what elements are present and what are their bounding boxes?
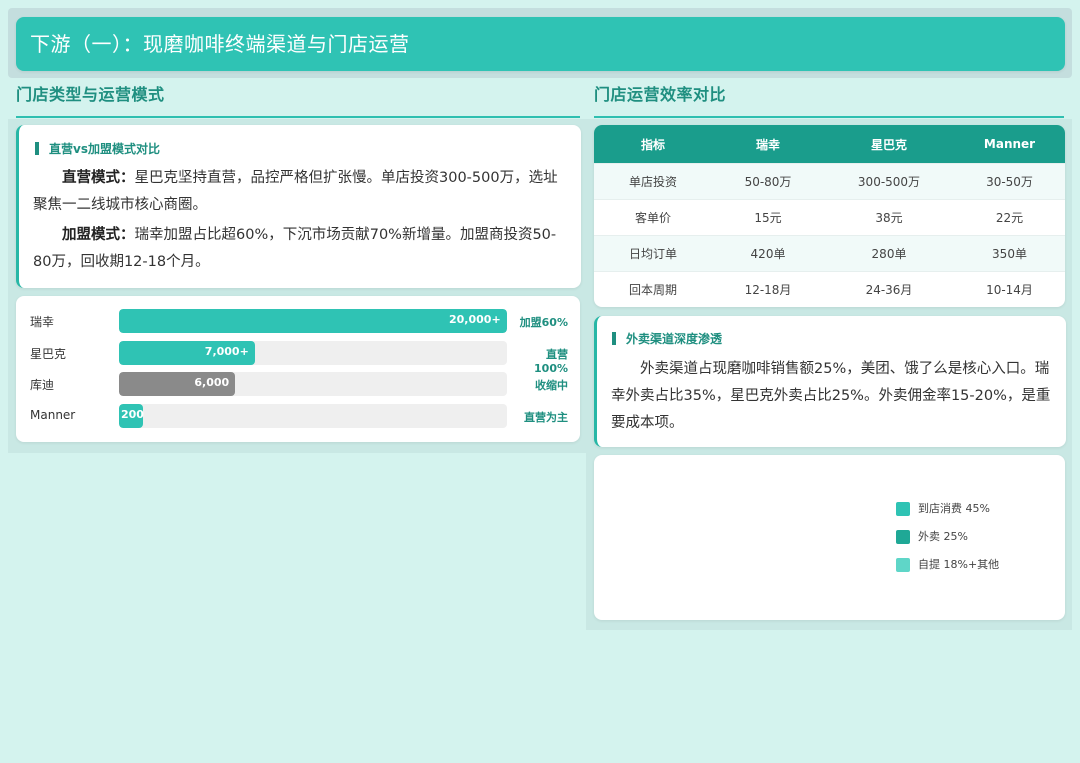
legend-label: 到店消费 45% xyxy=(918,502,990,515)
table-cell: 38元 xyxy=(824,199,954,236)
table-cell: 50-80万 xyxy=(712,163,824,200)
franchise-model-label: 加盟模式： xyxy=(62,227,135,243)
bar-category-label: Manner xyxy=(30,407,76,422)
table-row: 日均订单 420单 280单 350单 xyxy=(594,235,1065,272)
direct-model-paragraph: 直营模式：星巴克坚持直营，品控严格但扩张慢。单店投资300-500万，选址聚焦一… xyxy=(33,165,569,219)
table-row: 客单价 15元 38元 22元 xyxy=(594,199,1065,236)
delivery-channel-text: 外卖渠道占现磨咖啡销售额25%，美团、饿了么是核心入口。瑞幸外卖占比35%，星巴… xyxy=(611,361,1051,431)
legend-swatch xyxy=(896,558,910,572)
bar-value-label: 200 xyxy=(121,407,144,421)
direct-model-label: 直营模式： xyxy=(62,170,135,186)
table-row: 回本周期 12-18月 24-36月 10-14月 xyxy=(594,271,1065,307)
legend-label: 外卖 25% xyxy=(918,530,968,543)
delivery-channel-heading: 外卖渠道深度渗透 xyxy=(612,331,722,347)
bar-tag: 加盟60% xyxy=(519,316,568,329)
bar-tag: 收缩中 xyxy=(535,379,568,392)
table-cell: 420单 xyxy=(712,235,824,272)
bar-row: 瑞幸 20,000+ 加盟60% xyxy=(16,309,576,333)
bar-track: 20,000+ xyxy=(119,309,507,333)
table-header-cell: 指标 xyxy=(594,125,712,164)
table-cell: 回本周期 xyxy=(594,271,712,307)
bar-category-label: 星巴克 xyxy=(30,346,67,361)
legend-label: 自提 18%+其他 xyxy=(918,558,1000,571)
header-banner: 下游（一）：现磨咖啡终端渠道与门店运营 xyxy=(16,17,1065,71)
franchise-model-paragraph: 加盟模式：瑞幸加盟占比超60%，下沉市场贡献70%新增量。加盟商投资50-80万… xyxy=(33,222,569,276)
bar-track: 200 xyxy=(119,403,507,428)
table-cell: 客单价 xyxy=(594,199,712,236)
bar-tag: 直营为主 xyxy=(524,410,568,424)
table-cell: 350单 xyxy=(954,235,1065,272)
legend-swatch xyxy=(896,530,910,544)
table-cell: 280单 xyxy=(824,235,954,272)
table-header-row: 指标 瑞幸 星巴克 Manner xyxy=(594,125,1065,164)
bar-track: 6,000 xyxy=(119,372,507,396)
bar-category-label: 库迪 xyxy=(30,378,55,392)
table-cell: 24-36月 xyxy=(824,271,954,307)
bar-track: 7,000+ xyxy=(119,340,507,365)
efficiency-table: 指标 瑞幸 星巴克 Manner 单店投资 50-80万 300-500万 30… xyxy=(594,125,1065,307)
channel-share-chart xyxy=(594,455,1065,620)
table-cell: 10-14月 xyxy=(954,271,1065,307)
table-cell: 15元 xyxy=(712,199,824,236)
section-title-store-types: 门店类型与运营模式 xyxy=(16,85,165,104)
bar-value-label: 20,000+ xyxy=(449,313,501,326)
table-cell: 30-50万 xyxy=(954,163,1065,200)
page-title: 下游（一）：现磨咖啡终端渠道与门店运营 xyxy=(30,32,410,56)
bar-value-label: 7,000+ xyxy=(204,344,249,358)
model-comparison-card: 直营vs加盟模式对比 直营模式：星巴克坚持直营，品控严格但扩张慢。单店投资300… xyxy=(16,125,581,288)
bar-tag: 直营100% xyxy=(534,347,568,375)
table-cell: 单店投资 xyxy=(594,163,712,200)
table-header-cell: Manner xyxy=(954,125,1065,164)
table-cell: 22元 xyxy=(954,199,1065,236)
table-cell: 300-500万 xyxy=(824,163,954,200)
section-title-efficiency: 门店运营效率对比 xyxy=(594,85,727,104)
table-header-cell: 星巴克 xyxy=(824,125,954,164)
table-row: 单店投资 50-80万 300-500万 30-50万 xyxy=(594,163,1065,200)
bar-row: 库迪 6,000 收缩中 xyxy=(16,372,576,396)
bar-category-label: 瑞幸 xyxy=(30,315,55,329)
store-count-bar-chart: 瑞幸 20,000+ 加盟60% 星巴克 7,000+ 直营100% 库迪 6,000 收缩中 M… xyxy=(16,296,580,442)
table-cell: 日均订单 xyxy=(594,235,712,272)
legend-swatch xyxy=(896,502,910,516)
table-header-cell: 瑞幸 xyxy=(712,125,824,164)
bar-row: 星巴克 7,000+ 直营100% xyxy=(16,340,576,375)
table-cell: 12-18月 xyxy=(712,271,824,307)
section-divider-right xyxy=(594,116,1064,118)
section-divider-left xyxy=(16,116,580,118)
delivery-channel-card: 外卖渠道深度渗透 外卖渠道占现磨咖啡销售额25%，美团、饿了么是核心入口。瑞幸外… xyxy=(594,316,1066,447)
model-comparison-heading: 直营vs加盟模式对比 xyxy=(35,141,160,157)
bar-row: Manner 200 直营为主 xyxy=(16,403,576,428)
bar-value-label: 6,000 xyxy=(194,376,230,389)
